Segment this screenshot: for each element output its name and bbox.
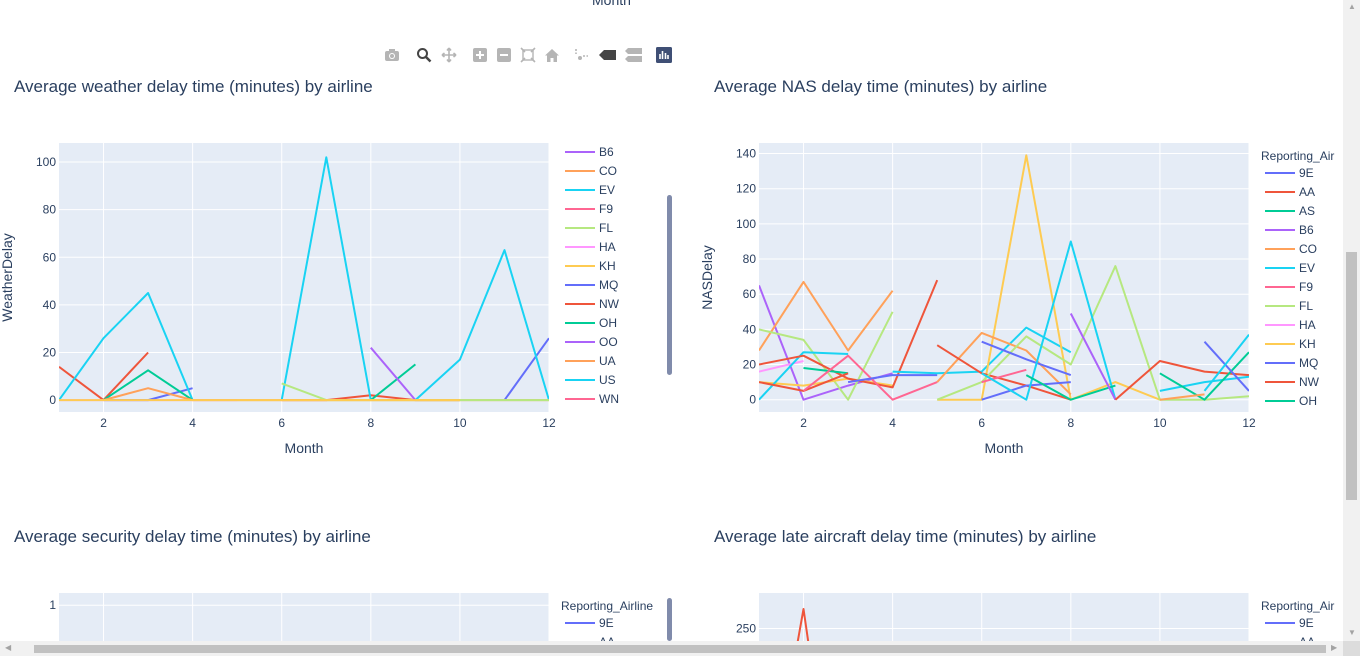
vertical-scrollbar[interactable]: ▲ ▼ <box>1343 0 1360 641</box>
scroll-up-icon[interactable]: ▲ <box>1348 3 1356 11</box>
vertical-scroll-thumb[interactable] <box>1346 252 1357 500</box>
scroll-left-icon[interactable]: ◀ <box>5 644 11 652</box>
scrollbar-corner <box>1343 641 1360 656</box>
legend-title: Reporting_Air <box>1261 599 1334 613</box>
y-tick-label: 250 <box>736 621 756 635</box>
horizontal-scroll-thumb[interactable] <box>34 645 1326 653</box>
horizontal-scrollbar[interactable]: ◀ ▶ <box>0 641 1343 656</box>
scroll-down-icon[interactable]: ▼ <box>1348 629 1356 637</box>
plot-area[interactable] <box>759 593 1249 641</box>
late-aircraft-delay-chart[interactable]: 250Reporting_Air9EAA <box>0 0 1343 649</box>
scroll-right-icon[interactable]: ▶ <box>1331 644 1337 652</box>
legend-item-9E[interactable]: 9E <box>1299 616 1314 630</box>
